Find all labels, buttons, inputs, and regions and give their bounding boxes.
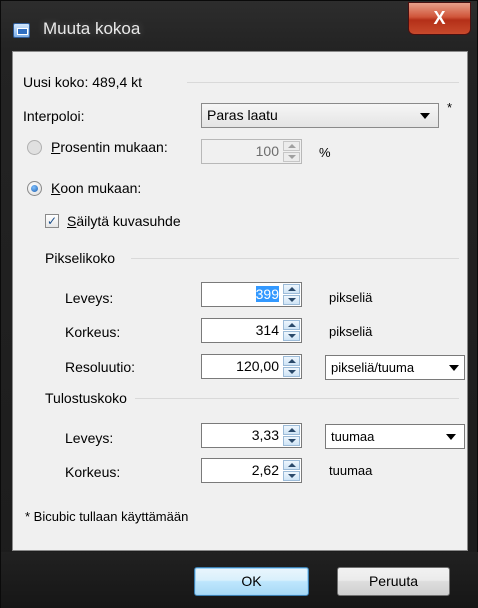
ok-button[interactable]: OK xyxy=(194,567,309,596)
interpolation-asterisk: * xyxy=(447,100,453,115)
resolution-spinner[interactable] xyxy=(283,356,300,377)
print-height-unit: tuumaa xyxy=(329,463,373,478)
spin-up-icon[interactable] xyxy=(283,141,300,151)
button-bar: OK Peruuta xyxy=(1,552,478,608)
chevron-down-icon xyxy=(420,113,430,119)
pixel-height-input[interactable]: 314 xyxy=(201,318,302,343)
divider xyxy=(135,398,459,399)
footnote: * Bicubic tullaan käyttämään xyxy=(25,509,189,524)
chevron-down-icon xyxy=(449,365,459,371)
interpolation-label: Interpoloi: xyxy=(23,108,85,124)
print-width-label: Leveys: xyxy=(65,430,114,446)
percent-spinner[interactable] xyxy=(283,141,300,162)
divider xyxy=(187,82,459,83)
pixel-width-unit: pikseliä xyxy=(329,290,373,305)
keep-ratio-label[interactable]: Säilytä kuvasuhde xyxy=(67,213,181,229)
dialog-body: Uusi koko: 489,4 kt Interpoloi: Paras la… xyxy=(12,51,468,551)
new-size-label: Uusi koko: 489,4 kt xyxy=(23,74,143,90)
spin-down-icon[interactable] xyxy=(283,436,300,446)
keep-ratio-checkbox[interactable]: ✓ xyxy=(45,214,59,228)
spin-down-icon[interactable] xyxy=(283,152,300,162)
pixel-width-label: Leveys: xyxy=(65,290,114,306)
close-button[interactable]: X xyxy=(408,2,471,35)
pixel-size-heading: Pikselikoko xyxy=(45,250,116,266)
spin-up-icon[interactable] xyxy=(283,425,300,435)
pixel-width-value: 399 xyxy=(255,286,279,302)
interpolation-value: Paras laatu xyxy=(207,107,278,123)
spin-down-icon[interactable] xyxy=(283,471,300,481)
print-unit-value: tuumaa xyxy=(331,429,375,444)
pixel-width-spinner[interactable] xyxy=(283,284,300,305)
percent-unit: % xyxy=(319,145,331,160)
print-height-input[interactable]: 2,62 xyxy=(201,458,302,483)
by-percent-label[interactable]: Prosentin mukaan: xyxy=(51,139,168,155)
spin-up-icon[interactable] xyxy=(283,284,300,294)
chevron-down-icon xyxy=(446,434,456,440)
print-unit-select[interactable]: tuumaa xyxy=(325,424,465,449)
resize-dialog: Muuta kokoa X Uusi koko: 489,4 kt Interp… xyxy=(0,0,478,608)
pixel-width-input[interactable]: 399 xyxy=(201,282,302,307)
resolution-unit-value: pikseliä/tuuma xyxy=(331,360,415,375)
print-width-spinner[interactable] xyxy=(283,425,300,446)
image-icon xyxy=(13,23,30,38)
print-size-heading: Tulostuskoko xyxy=(45,390,127,406)
check-icon: ✓ xyxy=(46,214,58,228)
spin-up-icon[interactable] xyxy=(283,460,300,470)
percent-value: 100 xyxy=(255,143,279,159)
spin-up-icon[interactable] xyxy=(283,356,300,366)
title-bar[interactable]: Muuta kokoa X xyxy=(1,1,478,41)
percent-input[interactable]: 100 xyxy=(201,139,302,164)
spin-down-icon[interactable] xyxy=(283,367,300,377)
spin-down-icon[interactable] xyxy=(283,295,300,305)
cancel-button[interactable]: Peruuta xyxy=(337,567,450,596)
window-title: Muuta kokoa xyxy=(43,19,141,38)
interpolation-select[interactable]: Paras laatu xyxy=(201,103,439,128)
close-icon: X xyxy=(433,8,446,28)
divider xyxy=(131,258,459,259)
spin-up-icon[interactable] xyxy=(283,320,300,330)
resolution-label: Resoluutio: xyxy=(65,359,136,375)
print-width-value: 3,33 xyxy=(251,427,279,443)
pixel-height-unit: pikseliä xyxy=(329,324,373,339)
print-width-input[interactable]: 3,33 xyxy=(201,423,302,448)
pixel-height-value: 314 xyxy=(255,322,279,338)
by-size-radio[interactable] xyxy=(27,181,42,196)
resolution-input[interactable]: 120,00 xyxy=(201,354,302,379)
print-height-label: Korkeus: xyxy=(65,464,121,480)
print-height-value: 2,62 xyxy=(251,462,279,478)
spin-down-icon[interactable] xyxy=(283,331,300,341)
pixel-height-label: Korkeus: xyxy=(65,324,121,340)
by-percent-radio[interactable] xyxy=(27,140,42,155)
pixel-height-spinner[interactable] xyxy=(283,320,300,341)
resolution-unit-select[interactable]: pikseliä/tuuma xyxy=(325,355,465,380)
print-height-spinner[interactable] xyxy=(283,460,300,481)
resolution-value: 120,00 xyxy=(236,358,279,374)
by-size-label[interactable]: Koon mukaan: xyxy=(51,180,141,196)
